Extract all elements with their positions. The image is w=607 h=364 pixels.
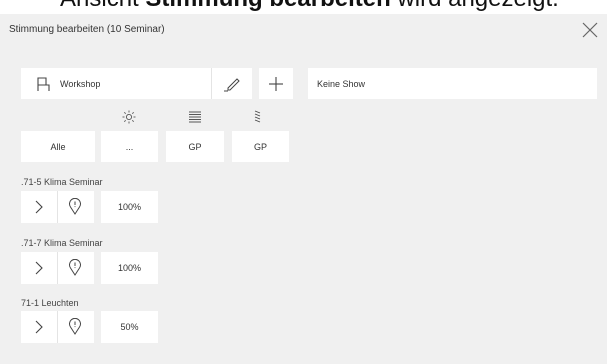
location-pin-icon[interactable] <box>68 198 82 215</box>
group-controls <box>21 191 94 223</box>
location-pin-icon[interactable] <box>68 259 82 276</box>
group-controls <box>21 311 94 343</box>
edit-scene-dialog: Stimmung bearbeiten (10 Seminar) Worksho… <box>0 14 607 364</box>
filter-all[interactable]: Alle <box>21 131 95 162</box>
group-value-label: 100% <box>117 202 142 212</box>
group-value-label: 100% <box>117 263 142 273</box>
group-value[interactable]: 100% <box>101 191 158 223</box>
chevron-right-icon[interactable] <box>33 320 45 334</box>
show-select[interactable]: Keine Show <box>308 68 597 99</box>
divider <box>57 191 58 223</box>
chair-icon <box>37 77 50 91</box>
divider <box>211 68 212 99</box>
blinds-horizontal-icon <box>189 111 201 123</box>
group-controls <box>21 252 94 284</box>
scene-name: Workshop <box>60 79 101 89</box>
filter-label: GP <box>253 141 267 152</box>
filter-label: Alle <box>50 141 66 152</box>
group-value[interactable]: 100% <box>101 252 158 284</box>
location-pin-icon[interactable] <box>68 318 82 335</box>
divider <box>57 252 58 284</box>
filter-slats[interactable]: GP <box>232 131 289 162</box>
blinds-slanted-icon <box>254 110 261 123</box>
close-icon[interactable] <box>580 20 600 40</box>
group-value-label: 50% <box>120 322 139 332</box>
bg-title-suffix: wird angezeigt. <box>391 0 558 12</box>
group-title: .71-7 Klima Seminar <box>21 238 103 248</box>
group-value[interactable]: 50% <box>101 311 158 343</box>
filter-label: ... <box>125 141 134 152</box>
group-title: .71-5 Klima Seminar <box>21 177 103 187</box>
background-header: Ansicht Stimmung bearbeiten wird angezei… <box>0 0 607 14</box>
sun-icon <box>122 110 136 124</box>
chevron-right-icon[interactable] <box>33 261 45 275</box>
divider <box>57 311 58 343</box>
dialog-title: Stimmung bearbeiten (10 Seminar) <box>9 24 165 35</box>
chevron-right-icon[interactable] <box>33 200 45 214</box>
filter-blinds[interactable]: GP <box>166 131 224 162</box>
plus-icon <box>269 76 283 91</box>
group-title: 71-1 Leuchten <box>21 298 79 308</box>
bg-title-bold: Stimmung bearbeiten <box>145 0 390 12</box>
bg-title-prefix: Ansicht <box>60 0 145 12</box>
show-value: Keine Show <box>317 79 366 89</box>
add-button[interactable] <box>259 68 293 99</box>
filter-label: GP <box>188 141 202 152</box>
scene-name-field[interactable]: Workshop <box>21 68 252 99</box>
filter-sun[interactable]: ... <box>101 131 158 162</box>
pencil-icon[interactable] <box>223 75 241 93</box>
